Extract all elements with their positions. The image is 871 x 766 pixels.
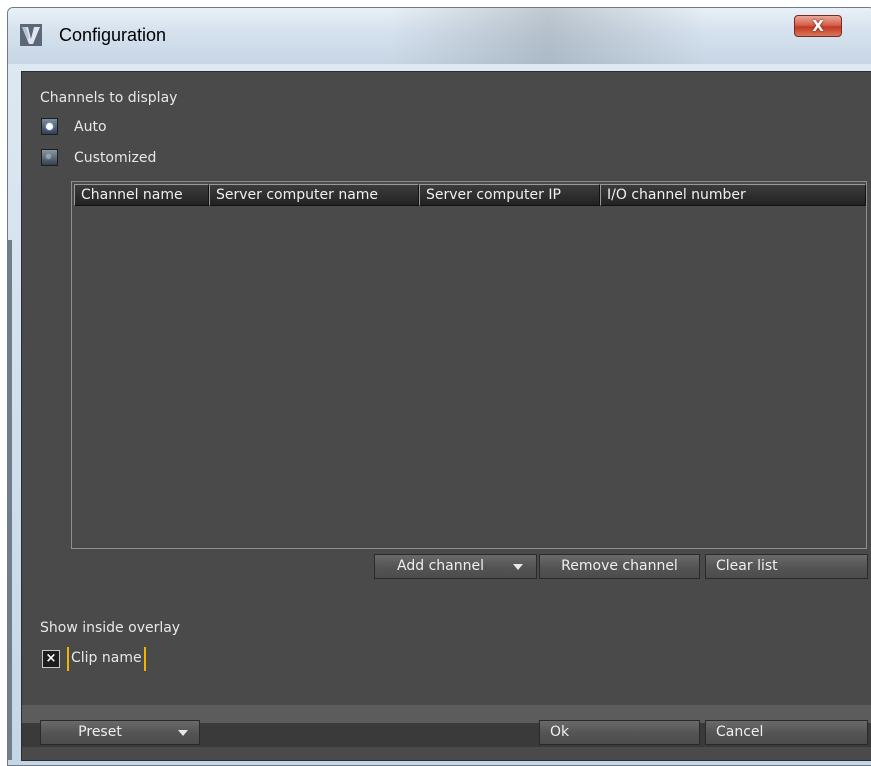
- clip-name-checkbox[interactable]: ×: [42, 650, 60, 668]
- radio-auto[interactable]: [41, 118, 58, 135]
- column-header-server-name[interactable]: Server computer name: [209, 184, 419, 206]
- radio-customized[interactable]: [41, 149, 58, 166]
- frame-edge: [8, 240, 12, 760]
- preset-label: Preset: [78, 724, 122, 740]
- app-logo-icon: [20, 24, 42, 46]
- remove-channel-label: Remove channel: [561, 558, 678, 574]
- clip-name-label[interactable]: Clip name: [67, 647, 146, 671]
- remove-channel-button[interactable]: Remove channel: [539, 554, 700, 579]
- close-button[interactable]: X: [794, 15, 842, 37]
- table-header: Channel name Server computer name Server…: [74, 184, 866, 206]
- add-channel-label: Add channel: [397, 558, 484, 574]
- title-bar-sheen: [388, 8, 708, 64]
- radio-customized-label[interactable]: Customized: [74, 150, 156, 166]
- radio-selected-dot-icon: [46, 123, 53, 130]
- clear-list-label: Clear list: [716, 558, 778, 574]
- cancel-label: Cancel: [716, 724, 764, 740]
- window-title: Configuration: [59, 25, 167, 45]
- column-header-channel-name[interactable]: Channel name: [74, 184, 209, 206]
- chevron-down-icon: [178, 730, 188, 736]
- configuration-dialog: Configuration X Channels to display Auto…: [7, 7, 871, 766]
- radio-auto-label[interactable]: Auto: [74, 119, 107, 135]
- add-channel-button[interactable]: Add channel: [374, 554, 537, 579]
- column-header-server-ip[interactable]: Server computer IP: [419, 184, 600, 206]
- cancel-button[interactable]: Cancel: [705, 720, 868, 745]
- column-header-io-channel[interactable]: I/O channel number: [600, 184, 866, 206]
- ok-label: Ok: [550, 724, 570, 740]
- channel-table[interactable]: Channel name Server computer name Server…: [71, 181, 867, 549]
- channels-section-label: Channels to display: [40, 90, 178, 106]
- title-bar[interactable]: Configuration X: [8, 8, 871, 64]
- chevron-down-icon: [513, 564, 523, 570]
- config-panel: Channels to display Auto Customized Chan…: [21, 71, 871, 761]
- radio-unselected-dot-icon: [46, 154, 51, 159]
- preset-button[interactable]: Preset: [40, 720, 200, 745]
- ok-button[interactable]: Ok: [539, 720, 700, 745]
- clear-list-button[interactable]: Clear list: [705, 554, 868, 579]
- overlay-section-label: Show inside overlay: [40, 620, 181, 636]
